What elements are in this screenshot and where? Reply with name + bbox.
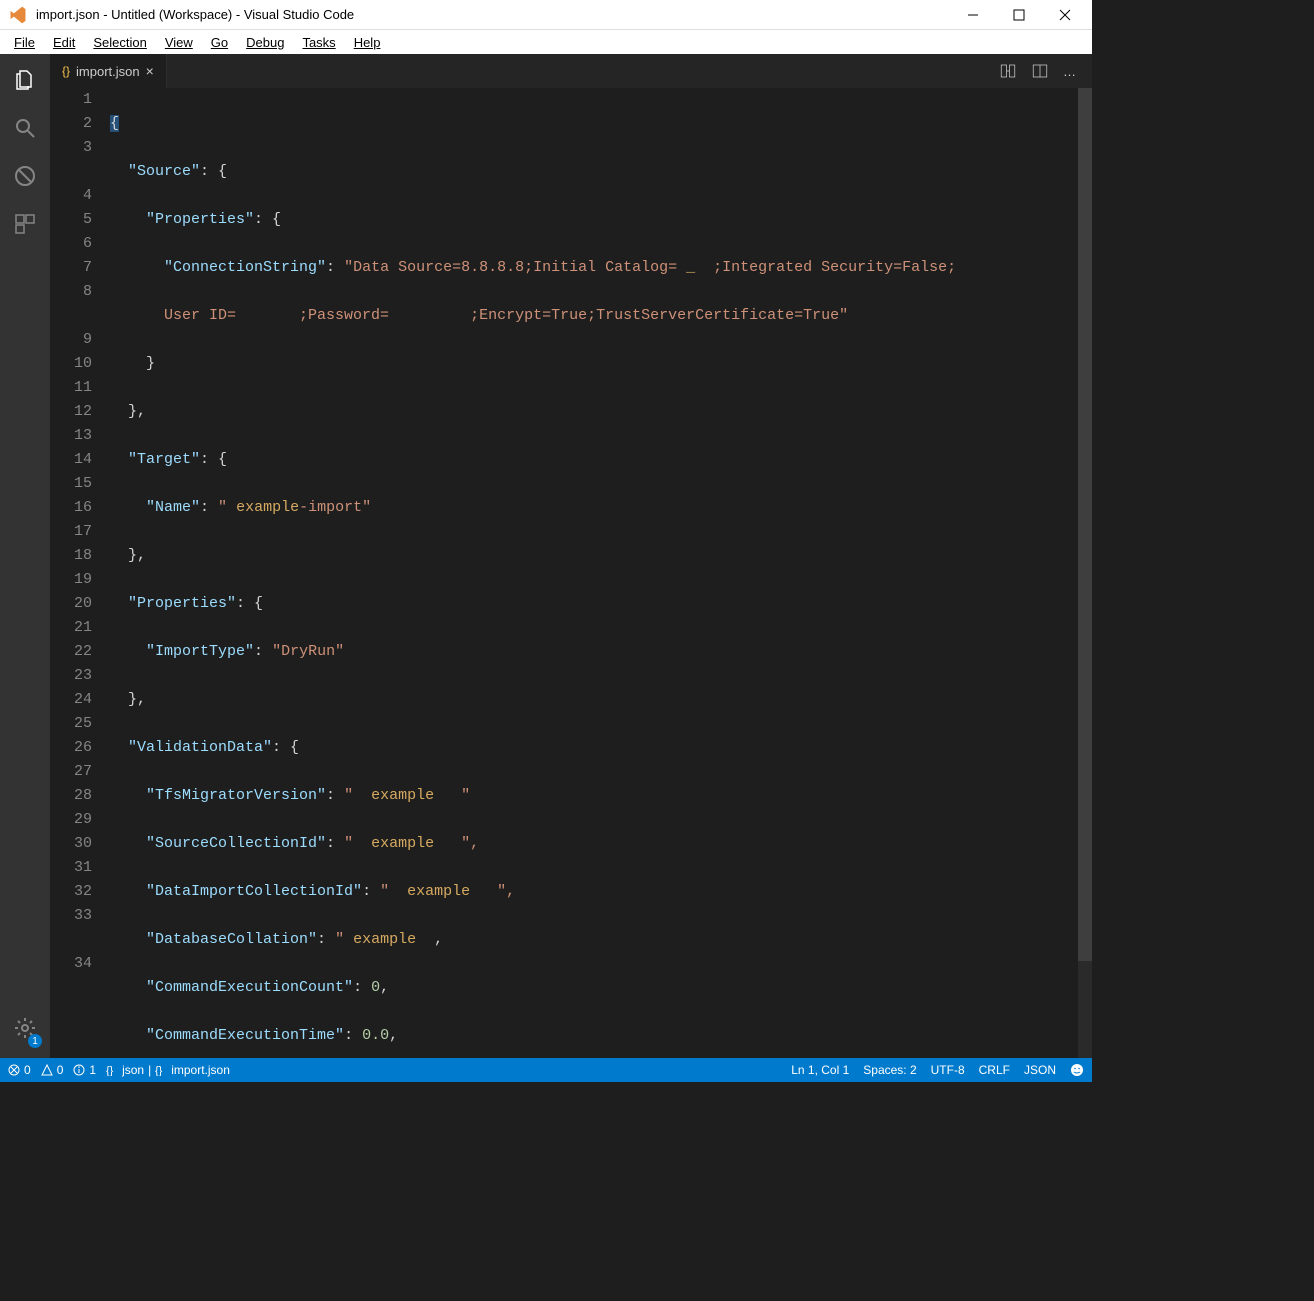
menu-debug[interactable]: Debug [238, 33, 292, 52]
tab-label: import.json [76, 64, 140, 79]
status-breadcrumb[interactable]: {} json | {} import.json [106, 1063, 230, 1077]
titlebar: import.json - Untitled (Workspace) - Vis… [0, 0, 1092, 30]
status-eol[interactable]: CRLF [979, 1063, 1010, 1077]
menu-go[interactable]: Go [203, 33, 236, 52]
compare-icon[interactable] [999, 62, 1017, 80]
status-encoding[interactable]: UTF-8 [931, 1063, 965, 1077]
braces-icon: {} [155, 1064, 167, 1076]
svg-text:{}: {} [155, 1065, 163, 1076]
minimize-icon [967, 9, 979, 21]
smile-icon [1070, 1063, 1084, 1077]
extensions-icon [13, 212, 37, 236]
window-title: import.json - Untitled (Workspace) - Vis… [36, 7, 950, 22]
info-icon [73, 1064, 85, 1076]
status-language[interactable]: JSON [1024, 1063, 1056, 1077]
tab-actions: … [985, 54, 1092, 88]
status-spaces[interactable]: Spaces: 2 [863, 1063, 916, 1077]
explorer-tab[interactable] [0, 60, 50, 100]
menu-tasks[interactable]: Tasks [294, 33, 343, 52]
activity-bar: 1 [0, 54, 50, 1058]
settings-tab[interactable]: 1 [0, 1008, 50, 1048]
menu-file[interactable]: File [6, 33, 43, 52]
editor-area: {} import.json × … 1 2 3 4 5 6 7 8 [50, 54, 1092, 1058]
close-button[interactable] [1042, 0, 1088, 30]
bug-icon [13, 164, 37, 188]
menu-edit[interactable]: Edit [45, 33, 83, 52]
status-errors[interactable]: 0 [8, 1063, 31, 1077]
vertical-scrollbar[interactable] [1078, 88, 1092, 1058]
tab-bar: {} import.json × … [50, 54, 1092, 88]
line-gutter: 1 2 3 4 5 6 7 8 9 10 11 12 13 14 15 16 1… [50, 88, 110, 1058]
status-position[interactable]: Ln 1, Col 1 [791, 1063, 849, 1077]
warning-icon [41, 1064, 53, 1076]
tab-close-icon[interactable]: × [146, 63, 154, 79]
files-icon [13, 68, 37, 92]
menu-help[interactable]: Help [346, 33, 389, 52]
close-icon [1059, 9, 1071, 21]
debug-tab[interactable] [0, 156, 50, 196]
json-file-icon: {} [62, 64, 70, 78]
scrollbar-thumb[interactable] [1078, 88, 1092, 961]
split-editor-icon[interactable] [1031, 62, 1049, 80]
maximize-button[interactable] [996, 0, 1042, 30]
minimize-button[interactable] [950, 0, 996, 30]
svg-text:{}: {} [106, 1065, 114, 1076]
menu-selection[interactable]: Selection [85, 33, 154, 52]
error-icon [8, 1064, 20, 1076]
menu-view[interactable]: View [157, 33, 201, 52]
search-icon [13, 116, 37, 140]
settings-badge: 1 [28, 1034, 42, 1048]
status-bar: 0 0 1 {} json | {} import.json Ln 1, Col… [0, 1058, 1092, 1082]
more-icon[interactable]: … [1063, 64, 1078, 79]
maximize-icon [1013, 9, 1025, 21]
app-body: 1 {} import.json × … 1 2 3 4 5 [0, 54, 1092, 1058]
status-info[interactable]: 1 [73, 1063, 96, 1077]
status-feedback[interactable] [1070, 1063, 1084, 1077]
search-tab[interactable] [0, 108, 50, 148]
menubar: File Edit Selection View Go Debug Tasks … [0, 30, 1092, 54]
vscode-logo-icon [8, 5, 28, 25]
tab-import-json[interactable]: {} import.json × [50, 54, 167, 88]
status-warnings[interactable]: 0 [41, 1063, 64, 1077]
window-controls [950, 0, 1088, 30]
extensions-tab[interactable] [0, 204, 50, 244]
braces-icon: {} [106, 1064, 118, 1076]
code-content[interactable]: { "Source": { "Properties": { "Connectio… [110, 88, 1092, 1058]
code-editor[interactable]: 1 2 3 4 5 6 7 8 9 10 11 12 13 14 15 16 1… [50, 88, 1092, 1058]
